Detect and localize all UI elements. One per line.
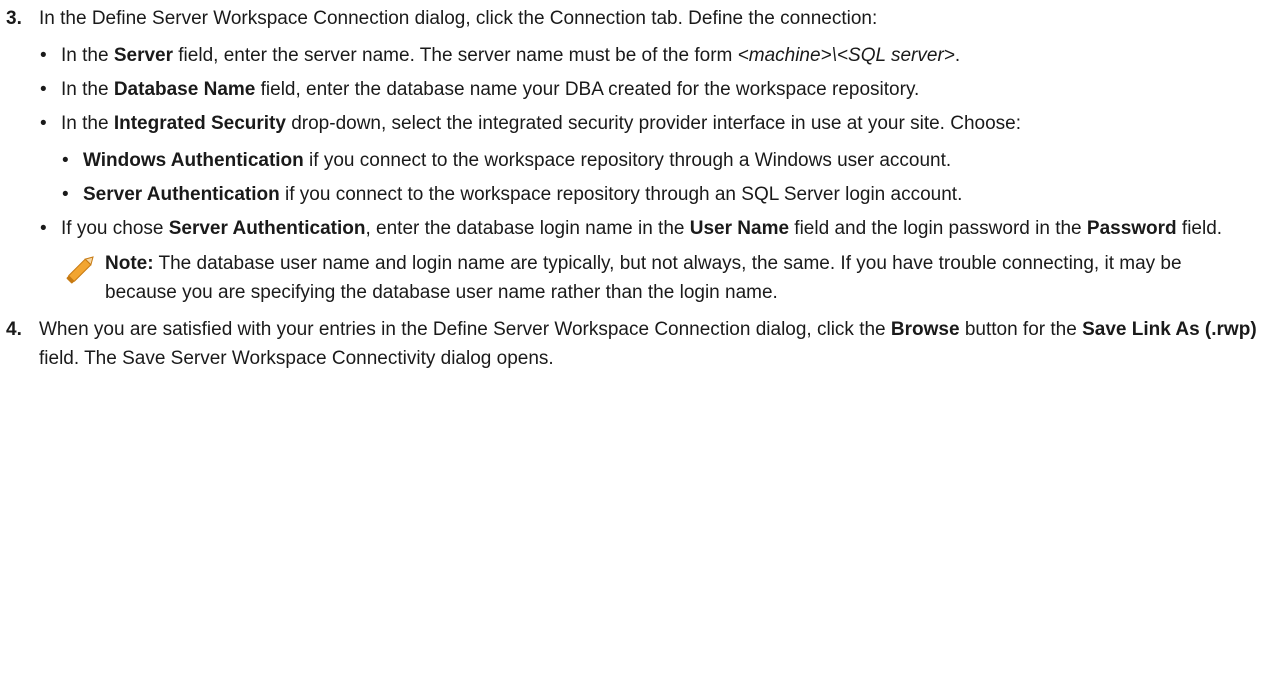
document-page: 3. In the Define Server Workspace Connec… [0, 0, 1281, 692]
bullet-marker: • [40, 113, 47, 134]
authentication-sub-list: • Windows Authentication if you connect … [61, 146, 1257, 209]
list-item-windows-authentication: • Windows Authentication if you connect … [61, 146, 1257, 175]
term-password: Password [1086, 218, 1177, 239]
term-server-authentication: Server Authentication [83, 184, 280, 205]
step-4-text: When you are satisfied with your entries… [39, 319, 1257, 369]
step-3: 3. In the Define Server Workspace Connec… [0, 4, 1257, 307]
term-save-link-as: Save Link As (.rwp) [1082, 319, 1257, 340]
list-item-credentials: • If you chose Server Authentication, en… [39, 214, 1257, 307]
term-integrated-security: Integrated Security [113, 113, 286, 134]
note-label: Note: [105, 253, 154, 274]
step-4: 4. When you are satisfied with your entr… [0, 315, 1257, 373]
server-name-format: <machine>\<SQL server> [737, 45, 955, 66]
term-user-name: User Name [689, 218, 790, 239]
bullet-marker: • [40, 218, 47, 239]
note-text: The database user name and login name ar… [105, 253, 1182, 303]
bullet-marker: • [62, 184, 69, 205]
term-server-authentication: Server Authentication [168, 218, 366, 239]
list-item-database-name: • In the Database Name field, enter the … [39, 75, 1257, 104]
list-item-server-authentication: • Server Authentication if you connect t… [61, 180, 1257, 209]
bullet-marker: • [40, 79, 47, 100]
step-number: 3. [6, 8, 22, 29]
step-number: 4. [6, 319, 22, 340]
term-server: Server [113, 45, 173, 66]
term-browse: Browse [890, 319, 960, 340]
note-box: Note: The database user name and login n… [61, 249, 1257, 307]
pencil-icon [66, 256, 94, 284]
term-database-name: Database Name [113, 79, 256, 100]
list-item-integrated-security: • In the Integrated Security drop-down, … [39, 109, 1257, 209]
term-windows-authentication: Windows Authentication [83, 150, 304, 171]
list-item-server: • In the Server field, enter the server … [39, 41, 1257, 70]
bullet-marker: • [62, 150, 69, 171]
bullet-marker: • [40, 45, 47, 66]
step-3-intro: In the Define Server Workspace Connectio… [39, 8, 878, 29]
connection-bullet-list: • In the Server field, enter the server … [39, 41, 1257, 307]
